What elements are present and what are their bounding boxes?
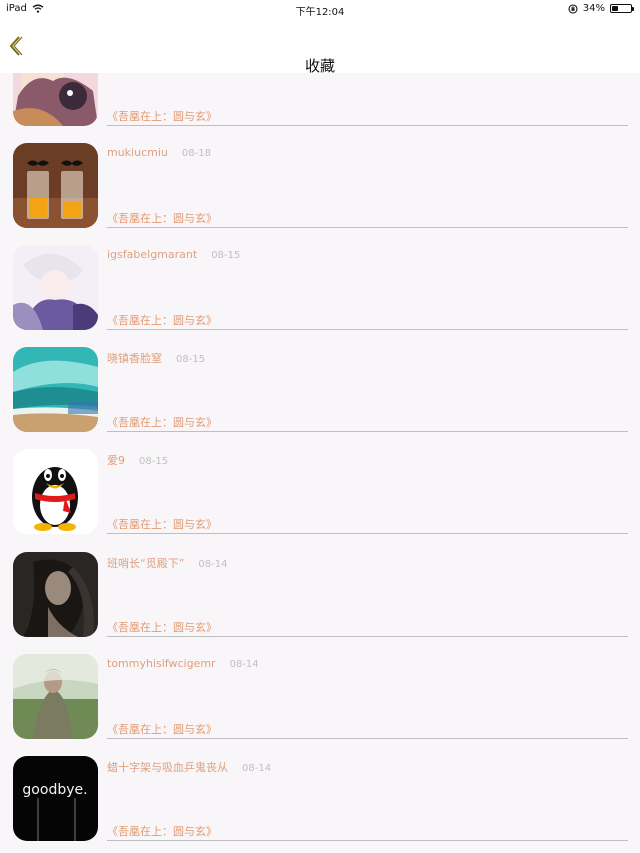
- avatar[interactable]: goodbye.: [13, 756, 98, 841]
- list-item[interactable]: 爱9 08-15 《吾凰在上：圆与玄》: [0, 449, 640, 551]
- avatar[interactable]: [13, 73, 98, 126]
- book-title[interactable]: 《吾凰在上：圆与玄》: [107, 721, 217, 737]
- avatar[interactable]: [13, 654, 98, 739]
- date: 08-14: [229, 659, 259, 670]
- divider: [107, 533, 628, 534]
- page-title: 收藏: [304, 57, 335, 75]
- divider: [107, 738, 628, 739]
- goodbye-logo-text: goodbye.: [22, 782, 87, 798]
- avatar[interactable]: [13, 245, 98, 330]
- date: 08-14: [198, 559, 228, 570]
- divider: [107, 329, 628, 330]
- username[interactable]: 晓镇香脸窒 08-15: [107, 350, 205, 366]
- date: 08-15: [211, 250, 241, 261]
- battery-percent: 34%: [582, 3, 605, 14]
- divider: [107, 431, 628, 432]
- username[interactable]: mukiucmiu 08-18: [107, 146, 211, 159]
- status-time: 下午12:04: [295, 7, 345, 18]
- avatar[interactable]: [13, 449, 98, 534]
- list-item[interactable]: tommyhislfwcigemr 08-14 《吾凰在上：圆与玄》: [0, 654, 640, 756]
- list-item[interactable]: mukiucmiu 08-18 《吾凰在上：圆与玄》: [0, 143, 640, 245]
- book-title[interactable]: 《吾凰在上：圆与玄》: [107, 823, 217, 839]
- divider: [107, 840, 628, 841]
- divider: [107, 636, 628, 637]
- list-item[interactable]: 晓镇香脸窒 08-15 《吾凰在上：圆与玄》: [0, 347, 640, 449]
- rotation-lock-icon: [568, 3, 578, 14]
- avatar[interactable]: [13, 143, 98, 228]
- battery-icon: [610, 4, 634, 13]
- navigation-bar: 收藏: [0, 17, 640, 75]
- date: 08-14: [242, 763, 272, 774]
- favorites-list[interactable]: 《吾凰在上：圆与玄》 mukiucmiu 08-18 《吾凰在上：圆与玄》 ig…: [0, 73, 640, 853]
- username[interactable]: 蜡十字架与吸血乒鬼丧从 08-14: [107, 759, 271, 775]
- date: 08-15: [139, 456, 169, 467]
- status-bar: iPad 下午12:04 34%: [0, 0, 640, 18]
- date: 08-15: [176, 354, 206, 365]
- list-item[interactable]: 班哨长“觅殿下” 08-14 《吾凰在上：圆与玄》: [0, 552, 640, 654]
- book-title[interactable]: 《吾凰在上：圆与玄》: [107, 108, 217, 124]
- list-item[interactable]: igsfabelgmarant 08-15 《吾凰在上：圆与玄》: [0, 245, 640, 347]
- avatar[interactable]: [13, 347, 98, 432]
- date: 08-18: [181, 148, 211, 159]
- divider: [107, 125, 628, 126]
- list-item[interactable]: goodbye. 蜡十字架与吸血乒鬼丧从 08-14 《吾凰在上：圆与玄》: [0, 756, 640, 853]
- book-title[interactable]: 《吾凰在上：圆与玄》: [107, 210, 217, 226]
- list-item[interactable]: 《吾凰在上：圆与玄》: [0, 73, 640, 143]
- username[interactable]: igsfabelgmarant 08-15: [107, 248, 240, 261]
- divider: [107, 227, 628, 228]
- username[interactable]: tommyhislfwcigemr 08-14: [107, 657, 259, 670]
- book-title[interactable]: 《吾凰在上：圆与玄》: [107, 516, 217, 532]
- avatar[interactable]: [13, 552, 98, 637]
- book-title[interactable]: 《吾凰在上：圆与玄》: [107, 619, 217, 635]
- username[interactable]: 爱9 08-15: [107, 452, 168, 468]
- book-title[interactable]: 《吾凰在上：圆与玄》: [107, 312, 217, 328]
- book-title[interactable]: 《吾凰在上：圆与玄》: [107, 414, 217, 430]
- username[interactable]: 班哨长“觅殿下” 08-14: [107, 555, 227, 571]
